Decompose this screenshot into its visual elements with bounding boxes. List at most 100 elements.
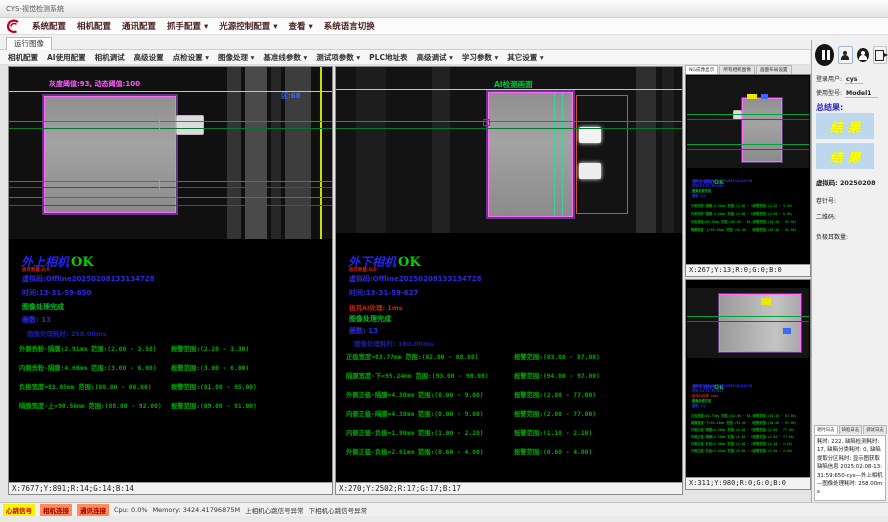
menubar: 系统配置 相机配置 通讯配置 抓手配置 ▾ 光源控制配置 ▾ 查看 ▾ 系统语言… bbox=[0, 18, 888, 35]
roi-outline-orange bbox=[576, 95, 628, 214]
result-ok: OK bbox=[398, 255, 421, 270]
measurement-value: 外侧丢粉-隔膜:2.91mm 范围:(2.00 - 3.50) bbox=[691, 203, 753, 208]
measure-line-green bbox=[687, 114, 809, 115]
measurement-alarm-range: 报警范围:(89.00 - 91.00) bbox=[753, 227, 796, 232]
right-sidebar: 登录用户:cys 使用型号:Model1 总结果: 结 果 结 果 虚拟码: 2… bbox=[811, 40, 888, 502]
menu-item-view[interactable]: 查看 ▾ bbox=[289, 20, 313, 32]
tab-all-cameras[interactable]: 所有相机图像 bbox=[719, 65, 755, 74]
toolbar-test-item-params[interactable]: 测试项参数 ▾ bbox=[316, 52, 360, 63]
menu-item-camera-config[interactable]: 相机配置 bbox=[77, 20, 111, 32]
toolbar-camera-debug[interactable]: 相机调试 bbox=[95, 52, 125, 63]
mini-camera-image-lower[interactable] bbox=[687, 288, 809, 358]
measurement-row: 外侧正极-隔膜=4.38mm 范围:(0.00 - 9.00) 报警范围:(2.… bbox=[691, 427, 808, 432]
toolbar-ai-usage-config[interactable]: AI使用配置 bbox=[47, 52, 86, 63]
toolbar-other-settings[interactable]: 其它设置 ▾ bbox=[507, 52, 543, 63]
pixel-readout-upper: X:7677;Y:891;R:14;G:14;B:14 bbox=[9, 482, 332, 494]
virtual-code: 虚拟码:Offline20250208133134728 bbox=[692, 180, 752, 183]
user-switch-button[interactable] bbox=[838, 46, 852, 64]
measurement-row: 内侧正极-隔膜=4.38mm 范围:(0.00 - 9.00) 报警范围:(2.… bbox=[346, 409, 680, 418]
pause-button[interactable] bbox=[815, 44, 834, 66]
measurement-alarm-range: 报警范围:(94.00 - 97.00) bbox=[753, 420, 796, 425]
measurement-row: 正极宽度=83.77mm 范围:(82.00 - 88.00) 报警范围:(83… bbox=[346, 352, 680, 361]
tab-ng-display[interactable]: NG成像显示 bbox=[685, 65, 718, 74]
toolbar-plc-address-table[interactable]: PLC地址表 bbox=[369, 52, 407, 63]
threshold-annotation: 灰度阈值:93, 动态阈值:100 bbox=[49, 79, 140, 89]
battery-cell-region bbox=[488, 92, 573, 217]
measurement-value: 内侧正极-负极=1.90mm 范围:(1.00 - 2.20) bbox=[691, 441, 753, 446]
camera-image-lower[interactable]: AI检测画面 bbox=[336, 67, 682, 233]
menu-item-system-config[interactable]: 系统配置 bbox=[32, 20, 66, 32]
toolbar-advanced-debug[interactable]: 高级调试 ▾ bbox=[416, 52, 452, 63]
measure-line-green bbox=[9, 197, 332, 198]
bright-tab-blob bbox=[579, 127, 601, 143]
edge-tick bbox=[159, 179, 160, 191]
lower-camera-heartbeat-status: 下相机心跳信号异常 bbox=[309, 505, 368, 515]
measurement-alarm-range: 报警范围:(2.00 - 77.00) bbox=[753, 427, 795, 432]
menu-item-language-switch[interactable]: 系统语言切换 bbox=[324, 20, 375, 32]
sidebar-buttons bbox=[815, 42, 887, 68]
measurement-value: 外侧正极-隔膜=4.38mm 范围:(0.00 - 9.00) bbox=[346, 390, 514, 399]
toolbar-baseline-params[interactable]: 基准线参数 ▾ bbox=[263, 52, 307, 63]
measurement-value: 内侧丢粉-隔膜:4.60mm 范围:(3.00 - 6.00) bbox=[19, 363, 171, 372]
heartbeat-badge: 心跳信号 bbox=[3, 504, 35, 516]
measure-line-green bbox=[9, 121, 332, 122]
measurement-value: 外侧正极-负极=2.61mm 范围:(0.60 - 4.00) bbox=[346, 447, 514, 456]
status-bar: 心跳信号 相机连接 通讯连接 Cpu: 0.0% Memory: 3424.41… bbox=[0, 502, 888, 516]
model-label: 使用型号: bbox=[816, 90, 842, 97]
app-window: CYS-视觉检测系统 系统配置 相机配置 通讯配置 抓手配置 ▾ 光源控制配置 … bbox=[0, 0, 888, 522]
toolbar-spot-check[interactable]: 点检设置 ▾ bbox=[173, 52, 209, 63]
camera-image-upper[interactable]: 灰度阈值:93, 动态阈值:100 区:68 bbox=[9, 67, 332, 239]
menu-item-light-control[interactable]: 光源控制配置 ▾ bbox=[219, 20, 277, 32]
measurement-alarm-range: 报警范围:(0.60 - 4.00) bbox=[753, 448, 793, 453]
process-status: 图像处理完成 bbox=[22, 302, 64, 312]
image-structure bbox=[432, 67, 450, 233]
operator-button[interactable] bbox=[857, 48, 869, 62]
tab-layout-settings[interactable]: 画面布局设置 bbox=[756, 65, 792, 74]
model-row: 使用型号:Model1 bbox=[816, 88, 878, 97]
tab-run-image[interactable]: 运行图像 bbox=[6, 37, 52, 50]
timestamp: 时间:13-31-59-650 bbox=[22, 288, 91, 298]
memory-usage: Memory: 3424.41796875M bbox=[153, 506, 241, 514]
toolbar-camera-config[interactable]: 相机配置 bbox=[8, 52, 38, 63]
timestamp: 时间:13-31-59-627 bbox=[349, 288, 418, 298]
virtual-code-label: 虚拟码: bbox=[816, 179, 838, 187]
login-user-value: cys bbox=[845, 76, 863, 84]
measurement-alarm-range: 报警范围:(81.00 - 85.00) bbox=[753, 219, 796, 224]
login-user-label: 登录用户: bbox=[816, 76, 842, 83]
tab-debug-log[interactable]: 调试日志 bbox=[863, 425, 887, 434]
measurement-alarm-range: 报警范围:(83.00 - 87.00) bbox=[514, 352, 600, 361]
total-result-label: 总结果: bbox=[816, 102, 843, 113]
toolbar-advanced-settings[interactable]: 高级设置 bbox=[134, 52, 164, 63]
exit-door-icon bbox=[875, 50, 884, 61]
logout-button[interactable] bbox=[873, 46, 887, 64]
tab-defect-log[interactable]: 缺陷日志 bbox=[839, 425, 863, 434]
measure-line-green bbox=[687, 149, 809, 150]
measurement-row: 内侧丢粉-隔膜:4.60mm 范围:(3.00 - 6.00) 报警范围:(3.… bbox=[691, 211, 808, 216]
process-status: 图像处理完成 bbox=[349, 314, 391, 324]
menu-item-comm-config[interactable]: 通讯配置 bbox=[122, 20, 156, 32]
measurement-alarm-range: 报警范围:(3.00 - 6.00) bbox=[171, 363, 249, 372]
pause-icon bbox=[821, 50, 831, 60]
measurement-row: 内侧正极-负极=1.90mm 范围:(1.00 - 2.20) 报警范围:(1.… bbox=[691, 441, 808, 446]
menu-item-gripper-config[interactable]: 抓手配置 ▾ bbox=[167, 20, 208, 32]
image-structure bbox=[356, 67, 386, 233]
measurement-value: 外侧正极-隔膜=4.38mm 范围:(0.00 - 9.00) bbox=[691, 427, 753, 432]
mini-camera-image-upper[interactable] bbox=[687, 76, 809, 168]
user-icon bbox=[841, 51, 850, 60]
log-content[interactable]: 耗时: 222, 缺陷检测耗时: 17, 缺陷分类耗时: 0, 缺陷提取分区耗时… bbox=[814, 435, 886, 501]
measurement-value: 隔膜宽度-上=90.56mm 范围:(88.00 - 92.00) bbox=[691, 227, 753, 232]
measure-line-green bbox=[9, 187, 332, 188]
toolbar-learning-params[interactable]: 学习参数 ▾ bbox=[462, 52, 498, 63]
measurement-value: 外侧丢粉-隔膜:2.91mm 范围:(2.00 - 3.50) bbox=[19, 344, 171, 353]
measure-line-green bbox=[9, 181, 332, 182]
tab-timing-log[interactable]: 耗时日志 bbox=[814, 425, 838, 434]
login-user-row: 登录用户:cys bbox=[816, 74, 863, 83]
measurement-row: 内侧正极-隔膜=4.38mm 范围:(0.00 - 9.00) 报警范围:(2.… bbox=[691, 434, 808, 439]
measurement-alarm-range: 报警范围:(3.00 - 6.00) bbox=[753, 211, 793, 216]
toolbar-image-processing[interactable]: 图像处理 ▾ bbox=[218, 52, 254, 63]
cpu-usage: Cpu: 0.0% bbox=[114, 506, 148, 514]
pixel-readout-lower: X:270;Y:2502;R:17;G:17;B:17 bbox=[336, 482, 682, 494]
main-area: 灰度阈值:93, 动态阈值:100 区:68 外上相机OK 极耳数量:0|0 虚… bbox=[0, 65, 888, 502]
result-box-upper: 结 果 bbox=[816, 113, 874, 139]
measurement-row: 外侧正极-隔膜=4.38mm 范围:(0.00 - 9.00) 报警范围:(2.… bbox=[346, 390, 680, 399]
